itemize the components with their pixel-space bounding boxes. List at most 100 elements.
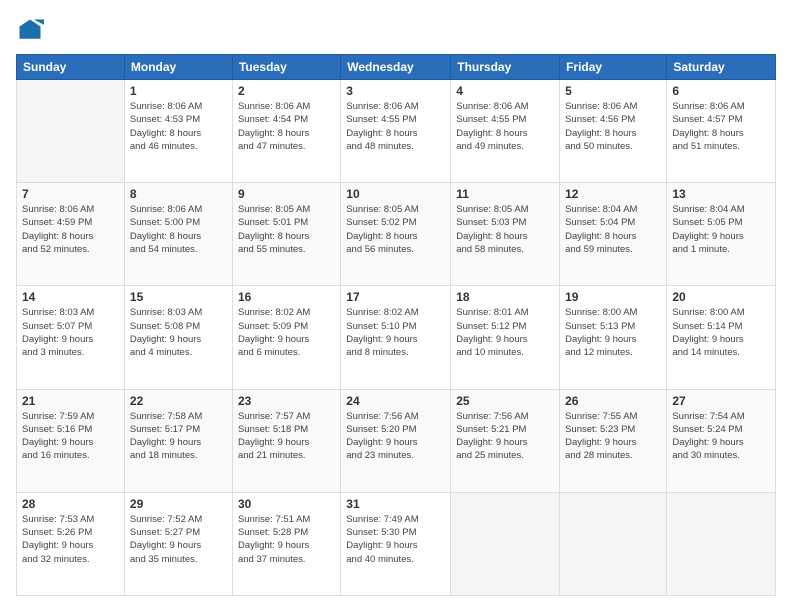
day-number: 19 [565, 290, 661, 304]
day-info: Sunrise: 8:06 AMSunset: 4:53 PMDaylight:… [130, 100, 227, 153]
calendar-week-row: 7Sunrise: 8:06 AMSunset: 4:59 PMDaylight… [17, 183, 776, 286]
header [16, 16, 776, 44]
day-info: Sunrise: 8:05 AMSunset: 5:02 PMDaylight:… [346, 203, 445, 256]
calendar-cell: 2 Sunrise: 8:06 AMSunset: 4:54 PMDaylight… [232, 80, 340, 183]
day-info: Sunrise: 8:00 AMSunset: 5:14 PMDaylight:… [672, 306, 770, 359]
day-info: Sunrise: 8:03 AMSunset: 5:07 PMDaylight:… [22, 306, 119, 359]
calendar-cell: 12 Sunrise: 8:04 AMSunset: 5:04 PMDayligh… [560, 183, 667, 286]
day-number: 16 [238, 290, 335, 304]
calendar-cell: 16 Sunrise: 8:02 AMSunset: 5:09 PMDayligh… [232, 286, 340, 389]
day-number: 22 [130, 394, 227, 408]
day-info: Sunrise: 8:04 AMSunset: 5:04 PMDaylight:… [565, 203, 661, 256]
day-number: 12 [565, 187, 661, 201]
calendar-cell [17, 80, 125, 183]
calendar-cell: 4Sunrise: 8:06 AMSunset: 4:55 PMDaylight… [451, 80, 560, 183]
calendar-cell: 1 Sunrise: 8:06 AMSunset: 4:53 PMDaylight… [124, 80, 232, 183]
calendar-cell: 14 Sunrise: 8:03 AMSunset: 5:07 PMDayligh… [17, 286, 125, 389]
calendar-cell: 31 Sunrise: 7:49 AMSunset: 5:30 PMDayligh… [341, 492, 451, 595]
day-info: Sunrise: 8:03 AMSunset: 5:08 PMDaylight:… [130, 306, 227, 359]
day-number: 10 [346, 187, 445, 201]
calendar-cell: 9 Sunrise: 8:05 AMSunset: 5:01 PMDaylight… [232, 183, 340, 286]
calendar-cell: 24Sunrise: 7:56 AMSunset: 5:20 PMDayligh… [341, 389, 451, 492]
day-number: 30 [238, 497, 335, 511]
day-number: 28 [22, 497, 119, 511]
day-number: 3 [346, 84, 445, 98]
day-number: 27 [672, 394, 770, 408]
calendar-cell: 25 Sunrise: 7:56 AMSunset: 5:21 PMDayligh… [451, 389, 560, 492]
calendar-cell: 19Sunrise: 8:00 AMSunset: 5:13 PMDayligh… [560, 286, 667, 389]
calendar-cell: 22 Sunrise: 7:58 AMSunset: 5:17 PMDayligh… [124, 389, 232, 492]
calendar-header-cell: Saturday [667, 55, 776, 80]
day-number: 13 [672, 187, 770, 201]
calendar-cell: 17Sunrise: 8:02 AMSunset: 5:10 PMDayligh… [341, 286, 451, 389]
calendar-header-cell: Monday [124, 55, 232, 80]
day-number: 15 [130, 290, 227, 304]
calendar-header-row: SundayMondayTuesdayWednesdayThursdayFrid… [17, 55, 776, 80]
day-number: 11 [456, 187, 554, 201]
day-number: 29 [130, 497, 227, 511]
day-info: Sunrise: 8:02 AMSunset: 5:09 PMDaylight:… [238, 306, 335, 359]
day-number: 25 [456, 394, 554, 408]
day-info: Sunrise: 7:54 AMSunset: 5:24 PMDaylight:… [672, 410, 770, 463]
calendar-cell [560, 492, 667, 595]
calendar-week-row: 14 Sunrise: 8:03 AMSunset: 5:07 PMDayligh… [17, 286, 776, 389]
day-info: Sunrise: 8:05 AMSunset: 5:01 PMDaylight:… [238, 203, 335, 256]
calendar-cell: 7Sunrise: 8:06 AMSunset: 4:59 PMDaylight… [17, 183, 125, 286]
calendar-cell: 8 Sunrise: 8:06 AMSunset: 5:00 PMDaylight… [124, 183, 232, 286]
calendar-week-row: 21 Sunrise: 7:59 AMSunset: 5:16 PMDayligh… [17, 389, 776, 492]
calendar-cell: 28 Sunrise: 7:53 AMSunset: 5:26 PMDayligh… [17, 492, 125, 595]
day-info: Sunrise: 7:51 AMSunset: 5:28 PMDaylight:… [238, 513, 335, 566]
calendar-cell [451, 492, 560, 595]
day-number: 5 [565, 84, 661, 98]
calendar-cell: 11 Sunrise: 8:05 AMSunset: 5:03 PMDayligh… [451, 183, 560, 286]
calendar-header-cell: Sunday [17, 55, 125, 80]
calendar-header-cell: Thursday [451, 55, 560, 80]
day-info: Sunrise: 8:06 AMSunset: 4:55 PMDaylight:… [456, 100, 554, 153]
day-info: Sunrise: 8:06 AMSunset: 4:59 PMDaylight:… [22, 203, 119, 256]
calendar-cell: 20Sunrise: 8:00 AMSunset: 5:14 PMDayligh… [667, 286, 776, 389]
day-info: Sunrise: 8:04 AMSunset: 5:05 PMDaylight:… [672, 203, 770, 256]
day-number: 8 [130, 187, 227, 201]
logo [16, 16, 48, 44]
day-number: 1 [130, 84, 227, 98]
day-info: Sunrise: 8:02 AMSunset: 5:10 PMDaylight:… [346, 306, 445, 359]
calendar-header-cell: Wednesday [341, 55, 451, 80]
day-info: Sunrise: 8:05 AMSunset: 5:03 PMDaylight:… [456, 203, 554, 256]
day-number: 31 [346, 497, 445, 511]
day-info: Sunrise: 7:56 AMSunset: 5:21 PMDaylight:… [456, 410, 554, 463]
logo-icon [16, 16, 44, 44]
calendar-body: 1 Sunrise: 8:06 AMSunset: 4:53 PMDaylight… [17, 80, 776, 596]
calendar-cell: 10 Sunrise: 8:05 AMSunset: 5:02 PMDayligh… [341, 183, 451, 286]
day-info: Sunrise: 7:53 AMSunset: 5:26 PMDaylight:… [22, 513, 119, 566]
calendar-table: SundayMondayTuesdayWednesdayThursdayFrid… [16, 54, 776, 596]
day-number: 2 [238, 84, 335, 98]
calendar-cell: 15 Sunrise: 8:03 AMSunset: 5:08 PMDayligh… [124, 286, 232, 389]
day-info: Sunrise: 8:06 AMSunset: 4:57 PMDaylight:… [672, 100, 770, 153]
day-number: 14 [22, 290, 119, 304]
day-number: 24 [346, 394, 445, 408]
day-info: Sunrise: 7:52 AMSunset: 5:27 PMDaylight:… [130, 513, 227, 566]
calendar-cell: 26 Sunrise: 7:55 AMSunset: 5:23 PMDayligh… [560, 389, 667, 492]
day-info: Sunrise: 7:49 AMSunset: 5:30 PMDaylight:… [346, 513, 445, 566]
calendar-cell: 6 Sunrise: 8:06 AMSunset: 4:57 PMDaylight… [667, 80, 776, 183]
calendar-week-row: 1 Sunrise: 8:06 AMSunset: 4:53 PMDaylight… [17, 80, 776, 183]
day-info: Sunrise: 8:06 AMSunset: 4:55 PMDaylight:… [346, 100, 445, 153]
calendar-cell: 30 Sunrise: 7:51 AMSunset: 5:28 PMDayligh… [232, 492, 340, 595]
day-info: Sunrise: 7:58 AMSunset: 5:17 PMDaylight:… [130, 410, 227, 463]
calendar-cell: 18Sunrise: 8:01 AMSunset: 5:12 PMDayligh… [451, 286, 560, 389]
day-number: 9 [238, 187, 335, 201]
day-info: Sunrise: 7:59 AMSunset: 5:16 PMDaylight:… [22, 410, 119, 463]
calendar-header-cell: Tuesday [232, 55, 340, 80]
day-info: Sunrise: 7:55 AMSunset: 5:23 PMDaylight:… [565, 410, 661, 463]
calendar-cell: 27 Sunrise: 7:54 AMSunset: 5:24 PMDayligh… [667, 389, 776, 492]
calendar-cell: 5Sunrise: 8:06 AMSunset: 4:56 PMDaylight… [560, 80, 667, 183]
day-number: 26 [565, 394, 661, 408]
day-number: 6 [672, 84, 770, 98]
day-info: Sunrise: 8:06 AMSunset: 4:54 PMDaylight:… [238, 100, 335, 153]
calendar-header-cell: Friday [560, 55, 667, 80]
calendar-cell: 29 Sunrise: 7:52 AMSunset: 5:27 PMDayligh… [124, 492, 232, 595]
calendar-cell [667, 492, 776, 595]
calendar-cell: 21 Sunrise: 7:59 AMSunset: 5:16 PMDayligh… [17, 389, 125, 492]
day-info: Sunrise: 8:06 AMSunset: 5:00 PMDaylight:… [130, 203, 227, 256]
day-number: 21 [22, 394, 119, 408]
